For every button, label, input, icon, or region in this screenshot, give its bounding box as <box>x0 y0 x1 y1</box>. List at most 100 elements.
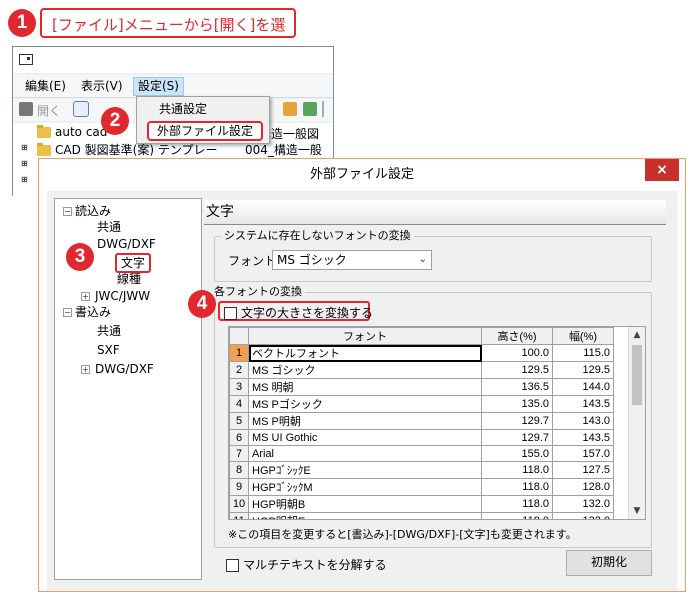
table-row[interactable]: 9 HGPｺﾞｼｯｸM 118.0 128.0 <box>229 478 614 496</box>
col-header-width[interactable]: 幅(%) <box>552 327 614 345</box>
cell-font[interactable]: MS ゴシック <box>248 361 482 379</box>
cell-height[interactable]: 100.0 <box>481 344 553 362</box>
cell-height[interactable]: 118.0 <box>481 461 553 479</box>
table-row[interactable]: 8 HGPｺﾞｼｯｸE 118.0 127.5 <box>229 461 614 479</box>
close-button[interactable]: × <box>645 159 679 181</box>
table-row[interactable]: 2 MS ゴシック 129.5 129.5 <box>229 361 614 379</box>
table-row[interactable]: 5 MS P明朝 129.7 143.0 <box>229 412 614 430</box>
cell-width[interactable]: 157.0 <box>552 445 614 462</box>
row-number[interactable]: 7 <box>229 445 249 462</box>
table-row[interactable]: 7 Arial 155.0 157.0 <box>229 445 614 462</box>
table-row[interactable]: 1 ベクトルフォント 100.0 115.0 <box>229 344 614 362</box>
row-number[interactable]: 1 <box>229 344 249 362</box>
open-folder-icon[interactable] <box>19 102 33 116</box>
cell-height[interactable]: 129.7 <box>481 412 553 430</box>
cell-width[interactable]: 143.0 <box>552 412 614 430</box>
row-number[interactable]: 11 <box>229 512 249 519</box>
tree-node-read[interactable]: 読込み <box>75 203 111 219</box>
font-select[interactable]: MS ゴシック ⌄ <box>272 250 432 270</box>
cell-font[interactable]: HGP明朝E <box>248 512 482 519</box>
cell-font[interactable]: HGPｺﾞｼｯｸM <box>248 478 482 496</box>
multitext-checkbox[interactable]: マルチテキストを分解する <box>226 556 387 573</box>
vertical-scrollbar[interactable]: ▲ ▼ <box>628 327 645 519</box>
bg-tree-item[interactable]: auto cad <box>37 125 107 139</box>
row-number[interactable]: 10 <box>229 495 249 513</box>
cell-height[interactable]: 135.0 <box>481 395 553 413</box>
cell-font[interactable]: ベクトルフォント <box>248 344 482 362</box>
tree-node-write-sxf[interactable]: SXF <box>97 342 120 358</box>
table-row[interactable]: 11HGP明朝E118.0132.0 <box>229 512 614 519</box>
row-number[interactable]: 9 <box>229 478 249 496</box>
tree-node-text[interactable]: 文字 <box>115 253 152 273</box>
tree-expand-icon[interactable]: + <box>81 365 90 374</box>
cell-font[interactable]: HGP明朝B <box>248 495 482 513</box>
menu-edit[interactable]: 編集(E) <box>21 78 70 95</box>
table-row[interactable]: 10 HGP明朝B 118.0 132.0 <box>229 495 614 513</box>
cell-width[interactable]: 143.5 <box>552 395 614 413</box>
tree-collapse-icon[interactable]: − <box>63 207 72 216</box>
tree-node-write-common[interactable]: 共通 <box>97 323 121 339</box>
app-window-icon <box>19 54 33 65</box>
scroll-up-icon[interactable]: ▲ <box>629 327 645 343</box>
cell-width[interactable]: 132.0 <box>552 512 614 519</box>
menu-item-common-settings[interactable]: 共通設定 <box>159 99 207 119</box>
bg-tree-expander[interactable]: ⊞ <box>21 159 28 168</box>
tree-node-read-dwg[interactable]: DWG/DXF <box>97 236 156 252</box>
table-row[interactable]: 6 MS UI Gothic 129.7 143.5 <box>229 429 614 446</box>
checkbox-box[interactable] <box>224 307 237 320</box>
font-label: フォント <box>228 254 277 268</box>
cell-width[interactable]: 144.0 <box>552 378 614 396</box>
tool-icon-b[interactable] <box>303 102 317 116</box>
tree-node-linetype[interactable]: 線種 <box>117 271 141 287</box>
cell-width[interactable]: 128.0 <box>552 478 614 496</box>
bg-tree-expander[interactable]: ⊞ <box>21 175 28 184</box>
cell-font[interactable]: HGPｺﾞｼｯｸE <box>248 461 482 479</box>
step-3-badge: 3 <box>66 243 94 271</box>
row-number[interactable]: 2 <box>229 361 249 379</box>
cell-height[interactable]: 136.5 <box>481 378 553 396</box>
cell-width[interactable]: 129.5 <box>552 361 614 379</box>
toolbar-open-label[interactable]: 開く <box>37 102 61 119</box>
cell-height[interactable]: 118.0 <box>481 495 553 513</box>
cell-font[interactable]: Arial <box>248 445 482 462</box>
menu-settings[interactable]: 設定(S) <box>133 77 184 96</box>
tree-node-write-dwg[interactable]: DWG/DXF <box>95 361 154 377</box>
cell-height[interactable]: 118.0 <box>481 512 553 519</box>
cell-height[interactable]: 118.0 <box>481 478 553 496</box>
menu-item-external-file-settings[interactable]: 外部ファイル設定 <box>147 121 264 141</box>
col-header-font[interactable]: フォント <box>248 327 482 345</box>
col-header-height[interactable]: 高さ(%) <box>481 327 553 345</box>
scroll-down-icon[interactable]: ▼ <box>629 503 645 519</box>
row-number[interactable]: 6 <box>229 429 249 446</box>
row-number[interactable]: 8 <box>229 461 249 479</box>
tree-node-jwc[interactable]: JWC/JWW <box>95 288 150 304</box>
cell-font[interactable]: MS P明朝 <box>248 412 482 430</box>
reset-button[interactable]: 初期化 <box>566 550 652 576</box>
tree-expand-icon[interactable]: + <box>81 292 90 301</box>
row-number[interactable]: 4 <box>229 395 249 413</box>
scroll-thumb[interactable] <box>632 345 642 405</box>
checkbox-box[interactable] <box>226 559 239 572</box>
cell-font[interactable]: MS UI Gothic <box>248 429 482 446</box>
tree-node-read-common[interactable]: 共通 <box>97 219 121 235</box>
tree-collapse-icon[interactable]: − <box>63 308 72 317</box>
row-number[interactable]: 3 <box>229 378 249 396</box>
cell-width[interactable]: 143.5 <box>552 429 614 446</box>
table-row[interactable]: 3 MS 明朝 136.5 144.0 <box>229 378 614 396</box>
new-doc-icon[interactable] <box>73 101 89 117</box>
row-number[interactable]: 5 <box>229 412 249 430</box>
cell-height[interactable]: 129.7 <box>481 429 553 446</box>
cell-width[interactable]: 127.5 <box>552 461 614 479</box>
cell-height[interactable]: 155.0 <box>481 445 553 462</box>
bg-tree-expander[interactable]: ⊞ <box>21 143 28 152</box>
tree-node-write[interactable]: 書込み <box>75 304 111 320</box>
table-row[interactable]: 4 MS Pゴシック 135.0 143.5 <box>229 395 614 413</box>
cell-height[interactable]: 129.5 <box>481 361 553 379</box>
cell-font[interactable]: MS 明朝 <box>248 378 482 396</box>
cell-width[interactable]: 115.0 <box>552 344 614 362</box>
cell-width[interactable]: 132.0 <box>552 495 614 513</box>
tool-icon-a[interactable] <box>283 102 297 116</box>
convert-size-checkbox[interactable]: 文字の大きさを変換する <box>224 304 373 321</box>
cell-font[interactable]: MS Pゴシック <box>248 395 482 413</box>
menu-view[interactable]: 表示(V) <box>77 78 127 95</box>
